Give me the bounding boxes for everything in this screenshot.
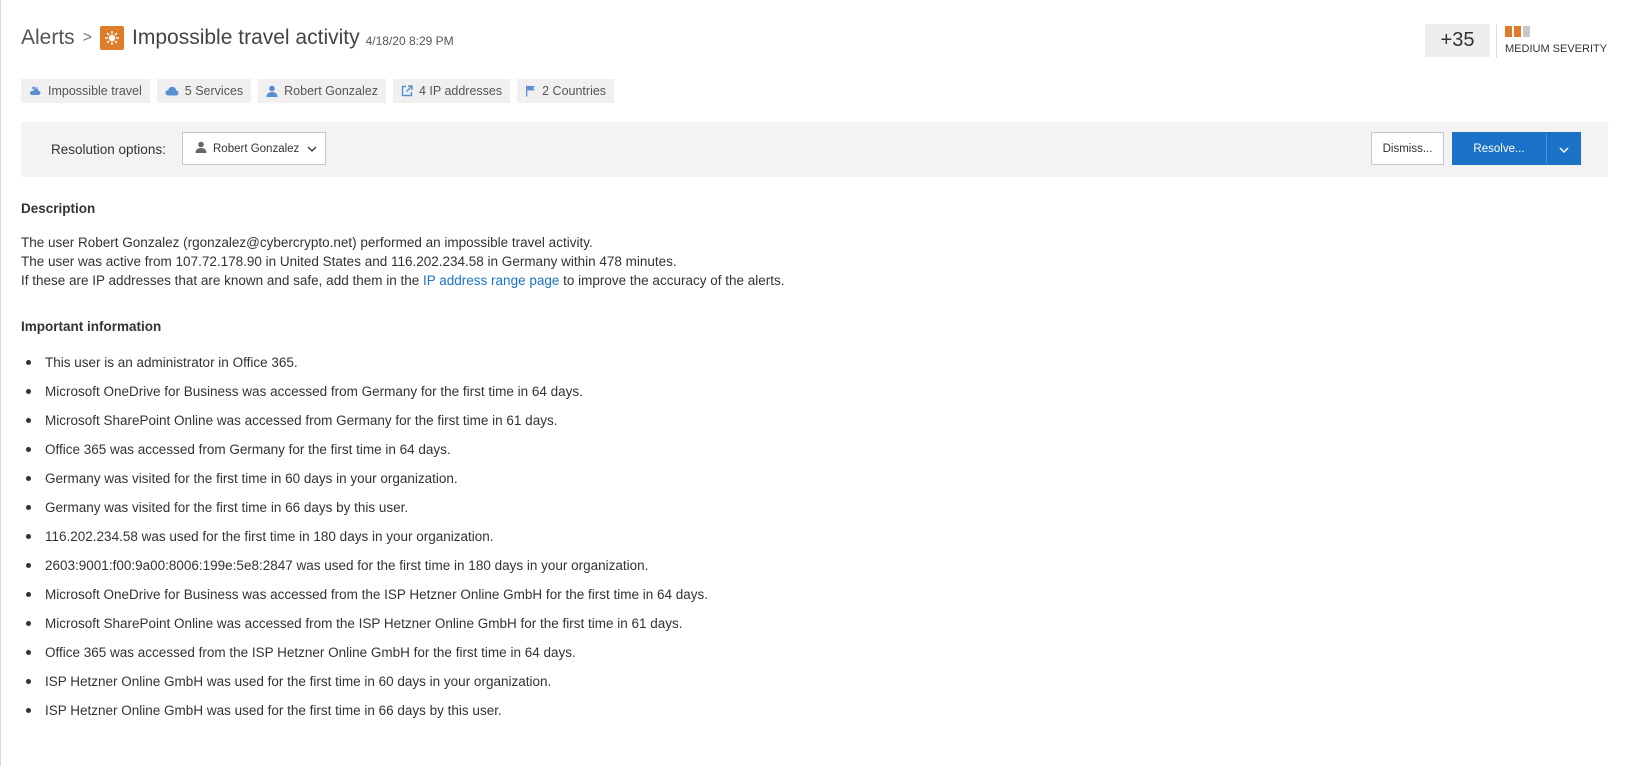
impossible-travel-icon: [29, 85, 42, 97]
severity-divider: [1496, 24, 1497, 58]
severity-label: MEDIUM SEVERITY: [1505, 43, 1608, 55]
alert-score-badge: +35: [1425, 24, 1490, 57]
description-line: The user Robert Gonzalez (rgonzalez@cybe…: [21, 235, 593, 250]
list-item: Microsoft OneDrive for Business was acce…: [21, 587, 708, 616]
user-select-dropdown[interactable]: Robert Gonzalez: [182, 132, 326, 165]
pill-ip-addresses[interactable]: 4 IP addresses: [392, 79, 511, 103]
severity-bar: [1505, 26, 1512, 37]
list-item: ISP Hetzner Online GmbH was used for the…: [21, 674, 708, 703]
pill-label: Robert Gonzalez: [284, 84, 378, 98]
severity-bar: [1523, 26, 1530, 37]
description-text: If these are IP addresses that are known…: [21, 273, 420, 288]
chevron-down-icon: [1559, 140, 1569, 158]
list-item: This user is an administrator in Office …: [21, 355, 708, 384]
description-text: to improve the accuracy of the alerts.: [563, 273, 785, 288]
breadcrumb-separator: >: [82, 29, 93, 46]
list-item: Microsoft OneDrive for Business was acce…: [21, 384, 708, 413]
dismiss-button[interactable]: Dismiss...: [1371, 132, 1444, 165]
user-select-value: Robert Gonzalez: [213, 142, 300, 155]
resolution-options-label: Resolution options:: [51, 142, 166, 157]
severity-level-indicator: [1505, 26, 1530, 37]
ip-address-range-page-link[interactable]: IP address range page: [423, 273, 559, 288]
pill-label: 2 Countries: [542, 84, 607, 98]
description-line: The user was active from 107.72.178.90 i…: [21, 254, 677, 269]
important-info-list: This user is an administrator in Office …: [21, 355, 708, 732]
list-item: ISP Hetzner Online GmbH was used for the…: [21, 703, 708, 732]
cloud-icon: [165, 86, 179, 96]
list-item: Office 365 was accessed from Germany for…: [21, 442, 708, 471]
resolve-button[interactable]: Resolve...: [1452, 132, 1546, 165]
list-item: Germany was visited for the first time i…: [21, 500, 708, 529]
list-item: Germany was visited for the first time i…: [21, 471, 708, 500]
resolve-options-toggle[interactable]: [1547, 132, 1581, 165]
pill-impossible-travel[interactable]: Impossible travel: [21, 79, 150, 103]
chevron-down-icon: [307, 143, 317, 155]
pill-user[interactable]: Robert Gonzalez: [258, 79, 386, 103]
severity-bar: [1514, 26, 1521, 37]
user-icon: [266, 85, 278, 97]
breadcrumb-alerts-link[interactable]: Alerts: [21, 26, 75, 50]
list-item: Microsoft SharePoint Online was accessed…: [21, 616, 708, 645]
pill-services[interactable]: 5 Services: [156, 79, 252, 103]
resolve-split-button: Resolve...: [1452, 132, 1581, 165]
list-item: Microsoft SharePoint Online was accessed…: [21, 413, 708, 442]
entity-pill-bar: Impossible travel 5 Services Robert Gonz…: [21, 79, 615, 103]
user-icon: [195, 141, 207, 156]
flag-icon: [525, 85, 536, 97]
important-info-heading: Important information: [21, 319, 162, 334]
list-item: 2603:9001:f00:9a00:8006:199e:5e8:2847 wa…: [21, 558, 708, 587]
alert-timestamp: 4/18/20 8:29 PM: [365, 34, 454, 48]
pill-label: Impossible travel: [48, 84, 142, 98]
external-link-icon: [401, 85, 413, 97]
list-item: 116.202.234.58 was used for the first ti…: [21, 529, 708, 558]
description-line: If these are IP addresses that are known…: [21, 271, 785, 290]
description-heading: Description: [21, 201, 96, 216]
alert-type-icon: [100, 26, 125, 50]
description-body: The user Robert Gonzalez (rgonzalez@cybe…: [21, 233, 785, 290]
pill-label: 5 Services: [184, 84, 244, 98]
page-header: Alerts > Impossible travel activity 4/18…: [21, 22, 454, 54]
list-item: Office 365 was accessed from the ISP Het…: [21, 645, 708, 674]
pill-label: 4 IP addresses: [418, 84, 503, 98]
resolution-options-bar: Resolution options: Robert Gonzalez Dism…: [21, 122, 1608, 177]
pill-countries[interactable]: 2 Countries: [517, 79, 615, 103]
page-title: Impossible travel activity: [132, 26, 360, 49]
